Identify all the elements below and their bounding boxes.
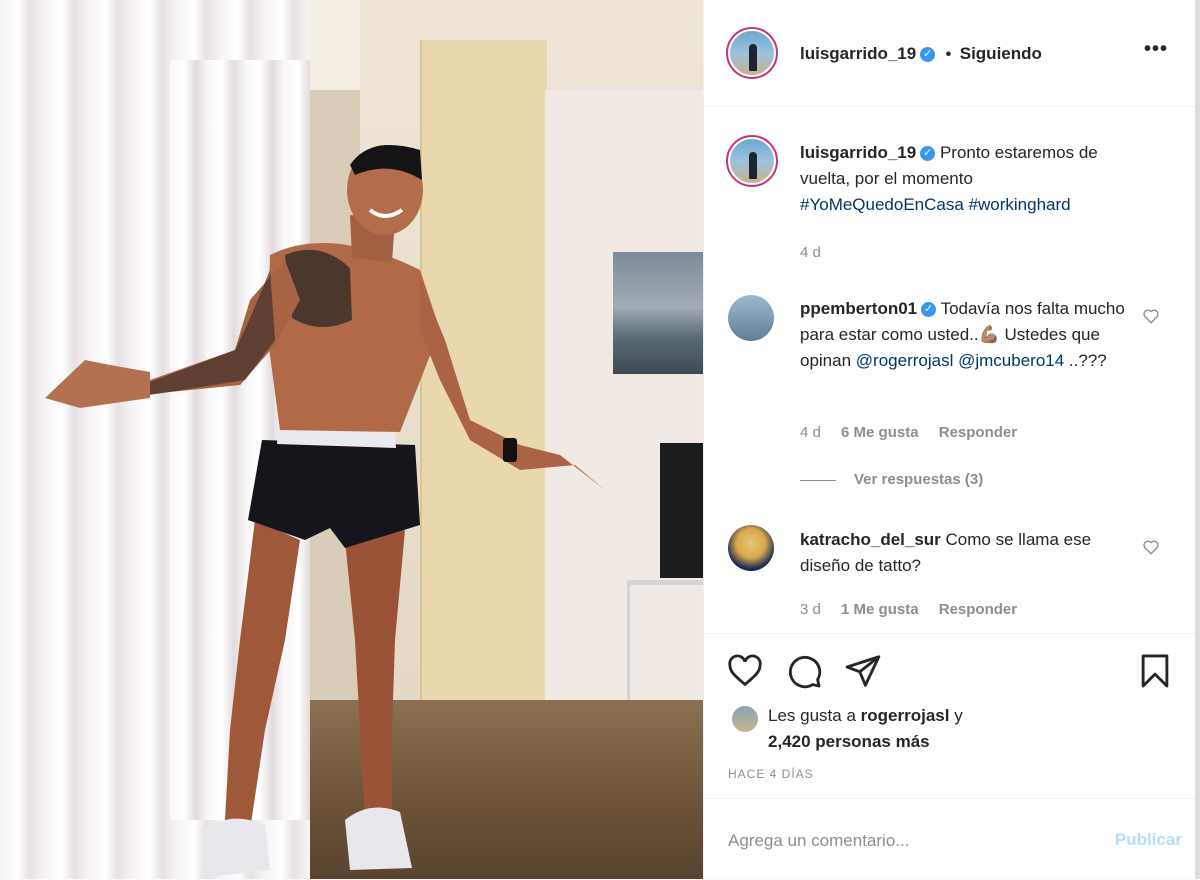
post-header: luisgarrido_19 ✓ • Siguiendo ••• [704, 0, 1196, 107]
caption-meta: 4 d [800, 244, 837, 261]
post-photo[interactable] [0, 0, 703, 879]
liker-avatar[interactable] [732, 706, 758, 732]
likes-conj: y [954, 706, 963, 725]
likes-count[interactable]: 2,420 personas más [768, 732, 930, 751]
comment-like-heart-icon[interactable] [1142, 307, 1160, 325]
verified-badge-icon: ✓ [920, 146, 936, 162]
reply-button[interactable]: Responder [939, 424, 1017, 441]
liker-username[interactable]: rogerrojasl [861, 706, 950, 725]
likes-prefix: Les gusta a [768, 706, 856, 725]
comments-list[interactable]: luisgarrido_19 ✓ Pronto estaremos de vuel… [704, 107, 1196, 632]
hashtag-link[interactable]: #workinghard [969, 195, 1071, 214]
comment-time[interactable]: 4 d [800, 424, 821, 441]
mention-link[interactable]: @rogerrojasl [856, 351, 954, 370]
caption: luisgarrido_19 ✓ Pronto estaremos de vuel… [800, 140, 1140, 218]
background-edge [1195, 0, 1200, 879]
comment-meta: 3 d 1 Me gusta Responder [800, 601, 1033, 618]
comment-input[interactable] [726, 823, 1080, 859]
replies-line [800, 479, 836, 481]
caption-username[interactable]: luisgarrido_19 [800, 143, 916, 162]
comment-meta: 4 d 6 Me gusta Responder [800, 424, 1033, 441]
add-comment-bar: Publicar [704, 798, 1196, 880]
hashtag-link[interactable]: #YoMeQuedoEnCasa [800, 195, 964, 214]
reply-button[interactable]: Responder [939, 601, 1017, 618]
comment-likes[interactable]: 1 Me gusta [841, 601, 919, 618]
following-button[interactable]: Siguiendo [960, 44, 1042, 63]
comment-like-heart-icon[interactable] [1142, 538, 1160, 556]
comment: ppemberton01 ✓ Todavía nos falta mucho pa… [800, 296, 1140, 374]
heart-icon[interactable] [726, 652, 764, 690]
likes-summary: Les gusta a rogerrojasl y 2,420 personas… [768, 703, 963, 755]
commenter-avatar[interactable] [728, 295, 774, 341]
commenter-avatar[interactable] [728, 525, 774, 571]
comment-likes[interactable]: 6 Me gusta [841, 424, 919, 441]
flexed-biceps-emoji: 💪🏽 [978, 325, 1000, 344]
comment-time[interactable]: 3 d [800, 601, 821, 618]
comment-icon[interactable] [785, 652, 823, 690]
more-options-icon[interactable]: ••• [1144, 38, 1168, 61]
bookmark-icon[interactable] [1136, 652, 1174, 690]
verified-badge-icon: ✓ [921, 302, 937, 318]
view-replies-button[interactable]: Ver respuestas (3) [800, 471, 983, 488]
comment-text: ..??? [1064, 351, 1107, 370]
comment-username[interactable]: katracho_del_sur [800, 530, 941, 549]
author-username[interactable]: luisgarrido_19 [800, 44, 916, 63]
mention-link[interactable]: @jmcubero14 [958, 351, 1064, 370]
header-user-line: luisgarrido_19 ✓ • Siguiendo [800, 44, 1042, 64]
share-icon[interactable] [844, 652, 882, 690]
post-timestamp[interactable]: HACE 4 DÍAS [728, 767, 814, 781]
verified-badge-icon: ✓ [920, 47, 936, 63]
man-figure [45, 145, 605, 878]
view-replies-label: Ver respuestas (3) [854, 471, 984, 488]
author-avatar[interactable] [726, 27, 778, 79]
action-bar: Les gusta a rogerrojasl y 2,420 personas… [704, 633, 1196, 799]
caption-author-avatar[interactable] [726, 135, 778, 187]
comment: katracho_del_sur Como se llama ese diseñ… [800, 527, 1140, 579]
publish-button[interactable]: Publicar [1115, 830, 1182, 850]
post-details-panel: luisgarrido_19 ✓ • Siguiendo ••• luisgarr… [703, 0, 1196, 879]
separator-dot: • [945, 46, 952, 63]
comment-username[interactable]: ppemberton01 [800, 299, 917, 318]
caption-time[interactable]: 4 d [800, 244, 821, 261]
